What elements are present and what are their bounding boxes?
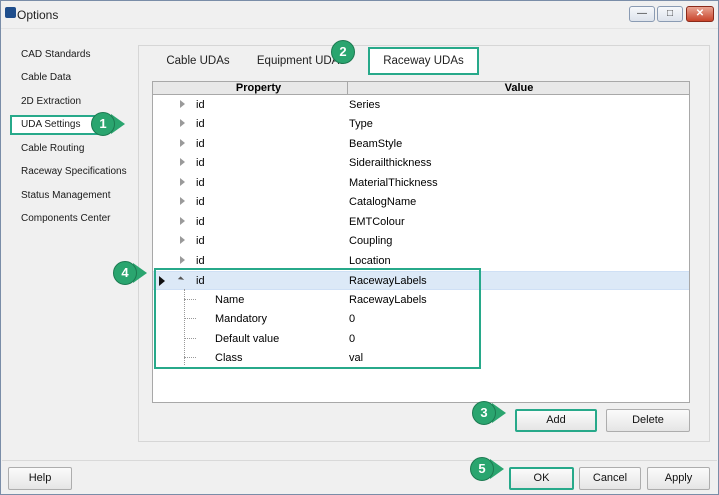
nav-item-cable-data[interactable]: Cable Data — [10, 68, 135, 88]
window-title: Options — [17, 8, 59, 22]
footer-divider — [2, 460, 717, 461]
nav-item-cad-standards[interactable]: CAD Standards — [10, 45, 135, 65]
delete-button[interactable]: Delete — [606, 409, 690, 432]
expand-arrow-icon[interactable] — [180, 158, 185, 166]
nav-item-2d-extraction[interactable]: 2D Extraction — [10, 92, 135, 112]
table-row[interactable]: id BeamStyle — [153, 135, 689, 154]
table-row[interactable]: id EMTColour — [153, 213, 689, 232]
row-value: Siderailthickness — [349, 157, 432, 169]
row-value: MaterialThickness — [349, 177, 438, 189]
column-header-value[interactable]: Value — [347, 82, 689, 94]
row-property: id — [196, 157, 205, 169]
tab-raceway-udas[interactable]: Raceway UDAs — [368, 47, 479, 75]
row-value: Type — [349, 118, 373, 130]
table-row[interactable]: id Coupling — [153, 232, 689, 251]
row-value: Coupling — [349, 235, 393, 247]
row-property: id — [196, 235, 205, 247]
nav-item-raceway-specifications[interactable]: Raceway Specifications — [10, 162, 135, 182]
help-button[interactable]: Help — [8, 467, 72, 490]
expand-arrow-icon[interactable] — [180, 100, 185, 108]
callout-3: 3 — [472, 401, 516, 425]
expand-arrow-icon[interactable] — [180, 236, 185, 244]
nav-item-status-management[interactable]: Status Management — [10, 186, 135, 206]
table-row[interactable]: id Siderailthickness — [153, 154, 689, 173]
cancel-button[interactable]: Cancel — [579, 467, 641, 490]
expand-arrow-icon[interactable] — [180, 256, 185, 264]
table-row[interactable]: id MaterialThickness — [153, 174, 689, 193]
title-bar: Options — □ ✕ — [1, 1, 718, 29]
grid-header: Property Value — [153, 82, 689, 95]
options-nav: CAD Standards Cable Data 2D Extraction U… — [10, 41, 135, 451]
ok-button[interactable]: OK — [509, 467, 574, 490]
callout-1: 1 — [91, 112, 135, 136]
table-row[interactable]: id CatalogName — [153, 193, 689, 212]
row-property: id — [196, 255, 205, 267]
row-property: id — [196, 216, 205, 228]
expand-arrow-icon[interactable] — [180, 139, 185, 147]
tab-cable-udas[interactable]: Cable UDAs — [158, 47, 238, 75]
table-row[interactable]: id Type — [153, 115, 689, 134]
table-row[interactable]: id Series — [153, 96, 689, 115]
apply-button[interactable]: Apply — [647, 467, 710, 490]
row-value: CatalogName — [349, 196, 417, 208]
row-value: Series — [349, 99, 381, 111]
nav-item-cable-routing[interactable]: Cable Routing — [10, 139, 135, 159]
callout-2: 2 — [331, 40, 361, 64]
row-value: Location — [349, 255, 391, 267]
expand-arrow-icon[interactable] — [180, 217, 185, 225]
row-value: EMTColour — [349, 216, 405, 228]
column-header-property[interactable]: Property — [171, 82, 346, 94]
row-property: id — [196, 138, 205, 150]
app-logo-icon — [5, 7, 16, 18]
minimize-icon[interactable]: — — [629, 6, 655, 22]
expand-arrow-icon[interactable] — [180, 119, 185, 127]
close-icon[interactable]: ✕ — [686, 6, 714, 22]
callout-5: 5 — [470, 457, 514, 481]
maximize-icon[interactable]: □ — [657, 6, 683, 22]
add-button[interactable]: Add — [515, 409, 597, 432]
expand-arrow-icon[interactable] — [180, 197, 185, 205]
row-property: id — [196, 99, 205, 111]
row-property: id — [196, 196, 205, 208]
expand-arrow-icon[interactable] — [180, 178, 185, 186]
row-property: id — [196, 118, 205, 130]
nav-item-components-center[interactable]: Components Center — [10, 209, 135, 229]
row-value: BeamStyle — [349, 138, 403, 150]
row-property: id — [196, 177, 205, 189]
options-window: Options — □ ✕ CAD Standards Cable Data 2… — [0, 0, 719, 495]
callout-4: 4 — [113, 261, 157, 285]
highlight-raceway-labels — [154, 268, 481, 369]
